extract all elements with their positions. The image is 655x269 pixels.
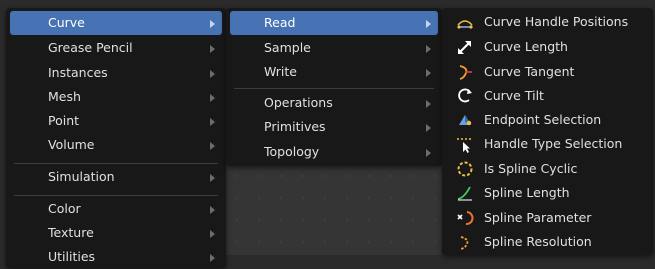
menu-item-label: Simulation	[48, 169, 115, 184]
menu-item-curve-length[interactable]: Curve Length	[442, 35, 653, 59]
spline-parameter-icon	[456, 209, 474, 227]
menu-item-curve-handle-positions[interactable]: Curve Handle Positions	[442, 10, 653, 34]
submenu-arrow-icon	[210, 206, 215, 214]
menu-item-grease-pencil[interactable]: Grease Pencil	[6, 36, 226, 60]
menu-item-label: Texture	[48, 225, 94, 240]
submenu-arrow-icon	[426, 69, 431, 77]
menu-item-curve-tilt[interactable]: Curve Tilt	[442, 84, 653, 108]
spline-cyclic-icon	[456, 160, 474, 178]
menu-item-label: Operations	[264, 95, 333, 110]
curve-length-icon	[456, 38, 474, 56]
menu-item-spline-length[interactable]: Spline Length	[442, 181, 653, 205]
menu-item-curve-tangent[interactable]: Curve Tangent	[442, 60, 653, 84]
menu-item-operations[interactable]: Operations	[226, 91, 442, 115]
menu-item-color[interactable]: Color	[6, 197, 226, 221]
submenu-arrow-icon	[210, 142, 215, 150]
menu-item-curve[interactable]: Curve	[10, 11, 222, 35]
menu-item-primitives[interactable]: Primitives	[226, 115, 442, 139]
menu-item-spline-resolution[interactable]: Spline Resolution	[442, 230, 653, 254]
submenu-arrow-icon	[210, 94, 215, 102]
menu-separator	[234, 88, 434, 89]
menu-item-read[interactable]: Read	[230, 11, 438, 35]
curve-tangent-icon	[456, 63, 474, 81]
menu-item-write[interactable]: Write	[226, 60, 442, 84]
spline-resolution-icon	[456, 233, 474, 251]
menu-item-utilities[interactable]: Utilities	[6, 245, 226, 269]
menu-item-mesh[interactable]: Mesh	[6, 85, 226, 109]
menu-item-spline-parameter[interactable]: Spline Parameter	[442, 206, 653, 230]
menu-item-is-spline-cyclic[interactable]: Is Spline Cyclic	[442, 157, 653, 181]
menu-item-sample[interactable]: Sample	[226, 36, 442, 60]
submenu-arrow-icon	[426, 45, 431, 53]
submenu-arrow-icon	[210, 45, 215, 53]
menu-item-label: Primitives	[264, 119, 326, 134]
menu-item-label: Spline Length	[484, 185, 570, 200]
menu-item-label: Utilities	[48, 249, 96, 264]
menu-item-endpoint-selection[interactable]: Endpoint Selection	[442, 108, 653, 132]
menu-item-label: Is Spline Cyclic	[484, 161, 578, 176]
menu-item-label: Curve Tilt	[484, 88, 544, 103]
menu-item-label: Write	[264, 64, 298, 79]
menu-item-topology[interactable]: Topology	[226, 140, 442, 164]
menu-item-label: Curve	[48, 15, 85, 30]
handle-type-selection-icon	[456, 135, 474, 153]
submenu-arrow-icon	[426, 20, 431, 28]
menu-item-point[interactable]: Point	[6, 109, 226, 133]
menu-item-label: Curve Handle Positions	[484, 14, 629, 29]
submenu-arrow-icon	[426, 100, 431, 108]
menu-item-label: Endpoint Selection	[484, 112, 602, 127]
menu-item-label: Mesh	[48, 89, 81, 104]
curve-submenu: Read Sample Write Operations Primitives …	[226, 8, 442, 166]
submenu-arrow-icon	[210, 118, 215, 126]
menu-item-handle-type-selection[interactable]: Handle Type Selection	[442, 132, 653, 156]
curve-handle-positions-icon	[456, 13, 474, 31]
read-submenu: Curve Handle Positions Curve Length Curv…	[442, 8, 653, 255]
add-category-menu: Curve Grease Pencil Instances Mesh Point…	[6, 8, 226, 268]
submenu-arrow-icon	[210, 230, 215, 238]
curve-tilt-icon	[456, 87, 474, 105]
submenu-arrow-icon	[210, 20, 215, 28]
menu-item-label: Curve Tangent	[484, 64, 575, 79]
endpoint-selection-icon	[456, 111, 474, 129]
menu-item-simulation[interactable]: Simulation	[6, 165, 226, 189]
submenu-arrow-icon	[210, 254, 215, 262]
menu-item-volume[interactable]: Volume	[6, 133, 226, 157]
menu-item-label: Volume	[48, 137, 95, 152]
submenu-arrow-icon	[210, 174, 215, 182]
submenu-arrow-icon	[426, 149, 431, 157]
submenu-arrow-icon	[426, 124, 431, 132]
menu-item-label: Curve Length	[484, 39, 568, 54]
menu-item-label: Read	[264, 15, 296, 30]
menu-item-label: Grease Pencil	[48, 40, 133, 55]
menu-item-label: Handle Type Selection	[484, 136, 623, 151]
menu-item-texture[interactable]: Texture	[6, 221, 226, 245]
menu-item-label: Instances	[48, 65, 108, 80]
menu-item-instances[interactable]: Instances	[6, 61, 226, 85]
menu-item-label: Point	[48, 113, 80, 128]
menu-item-label: Topology	[264, 144, 320, 159]
menu-item-label: Spline Parameter	[484, 210, 592, 225]
menu-item-label: Color	[48, 201, 81, 216]
menu-item-label: Spline Resolution	[484, 234, 592, 249]
menu-separator	[14, 195, 218, 196]
menu-item-label: Sample	[264, 40, 311, 55]
node-editor-background	[226, 165, 442, 255]
menu-separator	[14, 163, 218, 164]
spline-length-icon	[456, 184, 474, 202]
submenu-arrow-icon	[210, 70, 215, 78]
